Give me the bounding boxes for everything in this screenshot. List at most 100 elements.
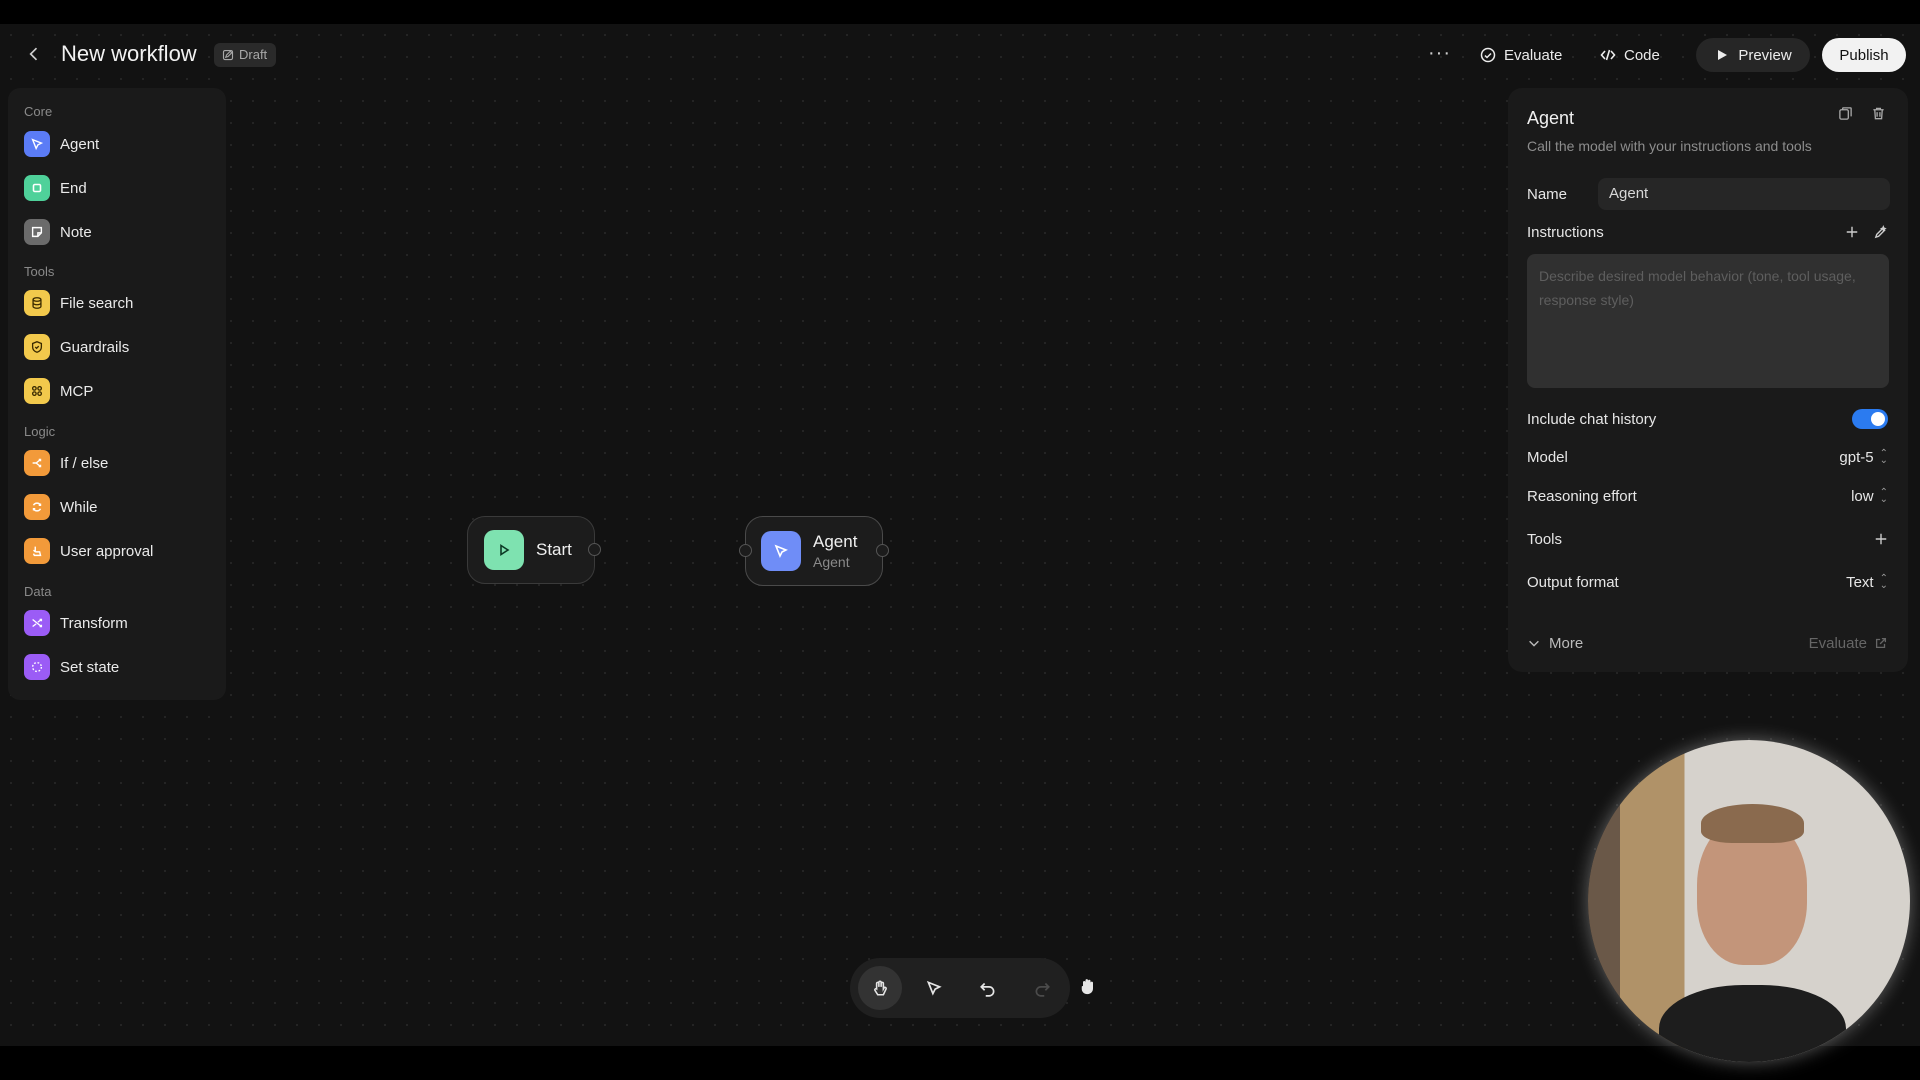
note-icon <box>24 219 50 245</box>
palette-item-label: Agent <box>60 135 100 153</box>
select-tool-button[interactable] <box>912 966 956 1010</box>
output-format-label: Output format <box>1527 573 1619 591</box>
approval-icon <box>24 538 50 564</box>
agent-icon <box>761 531 801 571</box>
chevron-updown-icon: ⌃ ⌄ <box>1879 448 1888 466</box>
page-title: New workflow <box>61 41 197 66</box>
input-port[interactable] <box>739 544 752 557</box>
agent-node-title: Agent <box>813 532 858 551</box>
edit-icon <box>222 49 234 61</box>
status-badge-label: Draft <box>239 47 268 62</box>
loop-icon <box>24 494 50 520</box>
agent-icon <box>24 131 50 157</box>
magic-edit-icon[interactable] <box>1873 224 1888 240</box>
transform-icon <box>24 610 50 636</box>
model-value: gpt-5 <box>1839 448 1874 466</box>
start-node-title: Start <box>536 540 572 559</box>
node-palette: Core Agent End Note Tools File search Gu… <box>8 88 226 700</box>
palette-item-end[interactable]: End <box>24 174 87 202</box>
redo-button[interactable] <box>1020 966 1064 1010</box>
palette-item-note[interactable]: Note <box>24 218 92 246</box>
output-port[interactable] <box>876 544 889 557</box>
palette-item-label: File search <box>60 294 134 312</box>
palette-item-while[interactable]: While <box>24 493 98 521</box>
palette-item-agent[interactable]: Agent <box>24 130 99 158</box>
webcam-overlay <box>1588 740 1910 1062</box>
model-select[interactable]: gpt-5 ⌃ ⌄ <box>1839 449 1888 466</box>
model-label: Model <box>1527 448 1568 466</box>
play-icon <box>484 530 524 570</box>
tools-label: Tools <box>1527 530 1563 548</box>
publish-button[interactable]: Publish <box>1822 38 1906 72</box>
evaluate-icon <box>1480 47 1496 63</box>
palette-item-label: End <box>60 179 87 197</box>
more-options-icon[interactable]: ··· <box>1428 42 1451 65</box>
inspector-title: Agent <box>1527 108 1575 128</box>
trash-icon[interactable] <box>1871 106 1886 121</box>
code-label: Code <box>1624 46 1660 64</box>
agent-node[interactable]: Agent Agent <box>739 516 889 586</box>
add-icon[interactable] <box>1845 225 1859 239</box>
add-tool-icon[interactable] <box>1874 532 1888 546</box>
copy-icon[interactable] <box>1838 106 1853 121</box>
section-tools: Tools <box>24 264 55 279</box>
evaluate-button[interactable]: Evaluate <box>1480 38 1562 72</box>
back-icon[interactable] <box>24 44 46 66</box>
section-logic: Logic <box>24 424 56 439</box>
chat-history-label: Include chat history <box>1527 410 1657 428</box>
chevron-updown-icon: ⌃ ⌄ <box>1879 487 1888 505</box>
palette-item-user-approval[interactable]: User approval <box>24 537 153 565</box>
palette-item-if-else[interactable]: If / else <box>24 449 108 477</box>
palette-item-guardrails[interactable]: Guardrails <box>24 333 129 361</box>
hand-icon <box>874 980 887 996</box>
section-core: Core <box>24 104 53 119</box>
name-label: Name <box>1527 185 1568 203</box>
palette-item-label: Set state <box>60 658 120 676</box>
palette-item-label: While <box>60 498 98 516</box>
reasoning-label: Reasoning effort <box>1527 487 1637 505</box>
more-label: More <box>1549 634 1584 652</box>
output-format-value: Text <box>1846 573 1874 591</box>
palette-item-file-search[interactable]: File search <box>24 289 133 317</box>
instructions-label: Instructions <box>1527 223 1604 241</box>
preview-label: Preview <box>1738 46 1792 64</box>
play-icon <box>1718 50 1728 60</box>
evaluate-link[interactable]: Evaluate <box>1809 635 1888 652</box>
output-port[interactable] <box>588 543 601 556</box>
grab-cursor-icon <box>1078 976 1098 1001</box>
state-icon <box>24 654 50 680</box>
inspector-description: Call the model with your instructions an… <box>1527 138 1812 154</box>
reasoning-select[interactable]: low ⌃ ⌄ <box>1851 488 1888 505</box>
code-button[interactable]: Code <box>1600 38 1660 72</box>
agent-node-subtitle: Agent <box>813 554 850 570</box>
chat-history-toggle[interactable] <box>1852 409 1888 429</box>
branch-icon <box>24 450 50 476</box>
output-format-select[interactable]: Text ⌃ ⌄ <box>1846 574 1888 591</box>
undo-button[interactable] <box>966 966 1010 1010</box>
inspector-panel: Agent Call the model with your instructi… <box>1508 88 1908 672</box>
palette-item-label: Guardrails <box>60 338 130 356</box>
redo-icon <box>1035 982 1050 997</box>
status-badge: Draft <box>214 43 277 67</box>
evaluate-link-label: Evaluate <box>1808 634 1867 652</box>
start-node[interactable]: Start <box>467 516 601 584</box>
stop-icon <box>24 175 50 201</box>
external-link-icon <box>1875 637 1887 649</box>
mcp-icon <box>24 378 50 404</box>
palette-item-label: User approval <box>60 542 154 560</box>
preview-button[interactable]: Preview <box>1696 38 1810 72</box>
palette-item-label: Transform <box>60 614 128 632</box>
palette-item-transform[interactable]: Transform <box>24 609 128 637</box>
pointer-icon <box>926 980 942 996</box>
pan-tool-button[interactable] <box>858 966 902 1010</box>
chevron-down-icon <box>1529 640 1539 647</box>
instructions-textarea[interactable]: Describe desired model behavior (tone, t… <box>1527 254 1889 388</box>
name-field[interactable]: Agent <box>1598 178 1890 210</box>
reasoning-value: low <box>1851 487 1874 505</box>
chevron-updown-icon: ⌃ ⌄ <box>1879 573 1888 591</box>
evaluate-label: Evaluate <box>1504 46 1563 64</box>
more-toggle[interactable]: More <box>1527 635 1583 652</box>
palette-item-set-state[interactable]: Set state <box>24 653 119 681</box>
database-icon <box>24 290 50 316</box>
palette-item-mcp[interactable]: MCP <box>24 377 93 405</box>
